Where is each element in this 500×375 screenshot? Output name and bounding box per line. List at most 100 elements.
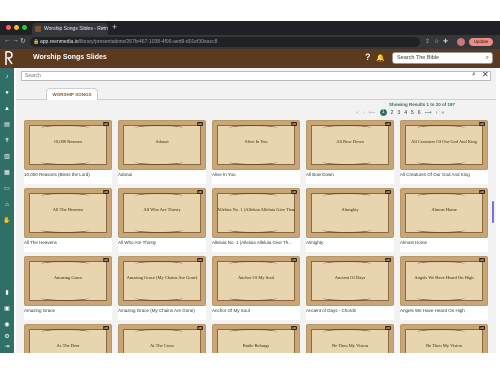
song-card[interactable]: Alleluia No. 1 (Alleluia Alleluia Give T… (212, 188, 300, 252)
help-icon[interactable]: ? (365, 52, 371, 62)
scrollbar[interactable] (492, 201, 494, 223)
song-card[interactable]: As The Deer HD (24, 324, 112, 353)
page-4[interactable]: 4 (404, 110, 407, 116)
tab-worship-songs[interactable]: WORSHIP SONGS (46, 88, 98, 100)
chart-icon[interactable]: ▮ (3, 290, 11, 297)
song-thumbnail[interactable]: All Who Are Thirsty HD (118, 188, 206, 238)
song-card[interactable]: Amazing Grace (My Chains Are Gone) HD Amaz… (118, 256, 206, 320)
song-card[interactable]: All The Heavens HD All The Heavens (24, 188, 112, 252)
prev-page-icon[interactable]: ‹ (363, 110, 365, 116)
music-icon[interactable]: ♪ (3, 74, 11, 81)
song-thumbnail[interactable]: All Bow Down HD (306, 120, 394, 170)
song-caption[interactable]: Ancient of Days - Chords (306, 308, 394, 313)
song-card[interactable]: Be Thou My Vision HD (400, 324, 488, 353)
song-card[interactable]: All Creatures Of Our God And King HD All C… (400, 120, 488, 184)
close-tab-icon[interactable]: × (101, 23, 105, 35)
song-caption[interactable]: Almost Home (400, 240, 488, 245)
globe-icon[interactable]: ◉ (3, 322, 11, 329)
song-caption[interactable]: Amazing Grace (24, 308, 112, 313)
song-card[interactable]: Anchor Of My Soul HD Anchor Of My Soul (212, 256, 300, 320)
song-caption[interactable]: Alleluia No. 1 (Alleluia Alleluia Give T… (212, 240, 300, 245)
song-card[interactable]: All Bow Down HD All Bow Down (306, 120, 394, 184)
last-page-icon[interactable]: » (441, 110, 444, 116)
bell-icon[interactable]: 🔔 (376, 54, 385, 62)
song-thumbnail[interactable]: All The Heavens HD (24, 188, 112, 238)
song-thumbnail[interactable]: Be Thou My Vision HD (306, 324, 394, 353)
app-logo-icon[interactable] (4, 50, 14, 66)
song-thumbnail[interactable]: At The Cross HD (118, 324, 206, 353)
song-card[interactable]: 10,000 Reasons HD 10,000 Reasons (Bless th… (24, 120, 112, 184)
page-1[interactable]: 1 (379, 109, 387, 116)
close-window-button[interactable] (6, 25, 11, 30)
song-card[interactable]: Battle Belongs HD (212, 324, 300, 353)
song-card[interactable]: Almost Home HD Almost Home (400, 188, 488, 252)
song-caption[interactable]: All Bow Down (306, 172, 394, 177)
song-caption[interactable]: Amazing Grace (My Chains Are Gone) (118, 308, 206, 313)
song-card[interactable]: Be Thou My Vision HD (306, 324, 394, 353)
song-caption[interactable]: Angels We Have Heard On High (400, 308, 488, 313)
page-5[interactable]: 5 (411, 110, 414, 116)
bookmark-star-icon[interactable]: ☆ (434, 38, 439, 45)
maximize-window-button[interactable] (22, 25, 27, 30)
search-input[interactable]: Search (21, 71, 491, 81)
browser-tab[interactable]: Worship Songs Slides - Rem × (32, 23, 108, 35)
first-page-icon[interactable]: « (356, 110, 359, 116)
new-tab-button[interactable]: + (112, 22, 117, 32)
song-thumbnail[interactable]: Amazing Grace HD (24, 256, 112, 306)
calendar-icon[interactable]: ▣ (3, 306, 11, 313)
forward-icon[interactable]: → (12, 37, 19, 44)
song-caption[interactable]: Adonai (118, 172, 206, 177)
song-card[interactable]: Amazing Grace HD Amazing Grace (24, 256, 112, 320)
song-thumbnail[interactable]: Almost Home HD (400, 188, 488, 238)
settings-icon[interactable]: ⚙ (3, 334, 11, 341)
song-thumbnail[interactable]: Ancient Of Days HD (306, 256, 394, 306)
song-thumbnail[interactable]: As The Deer HD (24, 324, 112, 353)
extensions-icon[interactable]: ✚ (443, 38, 448, 45)
song-thumbnail[interactable]: Be Thou My Vision HD (400, 324, 488, 353)
next-page-icon[interactable]: › (436, 110, 438, 116)
song-thumbnail[interactable]: 10,000 Reasons HD (24, 120, 112, 170)
song-caption[interactable]: Almighty (306, 240, 394, 245)
song-thumbnail[interactable]: Anchor Of My Soul HD (212, 256, 300, 306)
song-caption[interactable]: Anchor Of My Soul (212, 308, 300, 313)
song-thumbnail[interactable]: Alleluia No. 1 (Alleluia Alleluia Give T… (212, 188, 300, 238)
bible-search-input[interactable]: Search The Bible ⌕ (392, 52, 493, 64)
search-icon[interactable]: ⌕ (472, 71, 476, 79)
update-button[interactable]: Update (469, 38, 493, 46)
song-thumbnail[interactable]: Alive In You HD (212, 120, 300, 170)
cross-icon[interactable]: ✝ (3, 138, 11, 145)
bible-icon[interactable]: ▦ (3, 170, 11, 177)
page-2[interactable]: 2 (391, 110, 394, 116)
minimize-window-button[interactable] (14, 25, 19, 30)
share-icon[interactable]: ⇪ (425, 38, 430, 45)
song-thumbnail[interactable]: Amazing Grace (My Chains Are Gone) HD (118, 256, 206, 306)
reload-icon[interactable]: ↻ (20, 37, 26, 45)
document-icon[interactable]: ▭ (3, 186, 11, 193)
address-bar[interactable]: 🔒 app.reenmedia.io/library/presentations… (30, 37, 420, 47)
next-arrow-icon[interactable]: ⟶ (425, 110, 432, 116)
profile-avatar[interactable] (457, 38, 465, 46)
song-caption[interactable]: Alive In You (212, 172, 300, 177)
song-card[interactable]: Ancient Of Days HD Ancient of Days - Chord… (306, 256, 394, 320)
page-6[interactable]: 6 (418, 110, 421, 116)
song-card[interactable]: Almighty HD Almighty (306, 188, 394, 252)
song-thumbnail[interactable]: All Creatures Of Our God And King HD (400, 120, 488, 170)
song-caption[interactable]: 10,000 Reasons (Bless the Lord) (24, 172, 112, 177)
song-card[interactable]: Alive In You HD Alive In You (212, 120, 300, 184)
song-card[interactable]: All Who Are Thirsty HD All Who Are Thirsty (118, 188, 206, 252)
search-icon[interactable]: ⌕ (486, 53, 489, 63)
users-icon[interactable]: ● (3, 90, 11, 97)
logout-icon[interactable]: ⇥ (3, 344, 11, 351)
back-icon[interactable]: ← (4, 37, 11, 44)
song-card[interactable]: Angels We Have Heard On High HD Angels We … (400, 256, 488, 320)
song-caption[interactable]: All Creatures Of Our God And King (400, 172, 488, 177)
clear-search-icon[interactable]: ✕ (482, 70, 489, 79)
song-card[interactable]: At The Cross HD (118, 324, 206, 353)
book-open-icon[interactable]: ▥ (3, 154, 11, 161)
church-icon[interactable]: ⌂ (3, 202, 11, 209)
book-icon[interactable]: ▤ (3, 122, 11, 129)
song-card[interactable]: Adonai HD Adonai (118, 120, 206, 184)
song-thumbnail[interactable]: Almighty HD (306, 188, 394, 238)
song-caption[interactable]: All Who Are Thirsty (118, 240, 206, 245)
page-3[interactable]: 3 (397, 110, 400, 116)
